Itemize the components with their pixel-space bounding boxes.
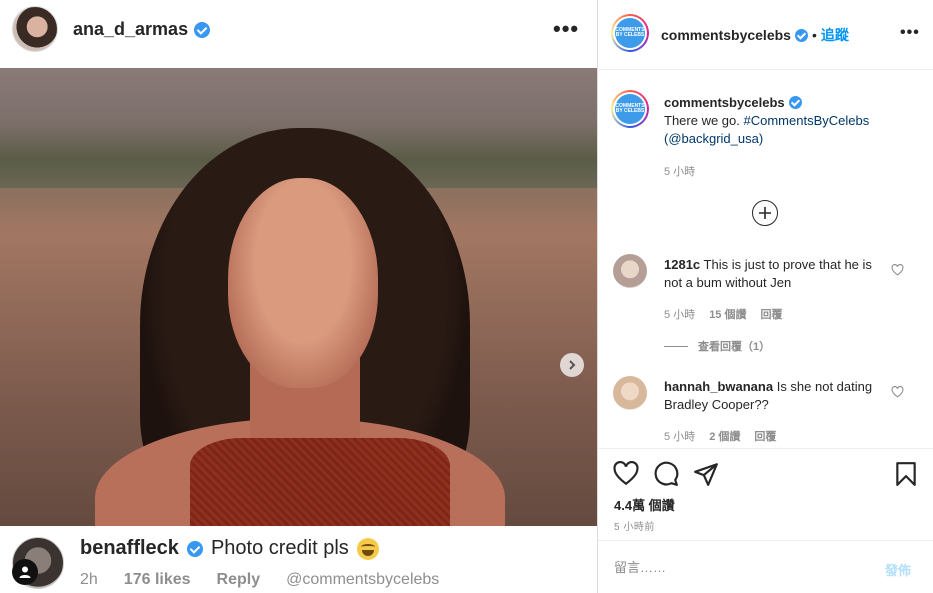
comment-time: 5 小時: [664, 431, 696, 443]
author-username[interactable]: ana_d_armas: [73, 19, 211, 40]
caption-time: 5 小時: [664, 166, 696, 178]
photo-subject-top: [190, 438, 450, 526]
post-photo[interactable]: [0, 68, 597, 526]
add-comment-bar: 發佈: [598, 540, 933, 593]
comment-username[interactable]: 1281c: [664, 257, 700, 272]
post-actions: 4.4萬 個讚 5 小時前: [598, 448, 933, 538]
comment-input[interactable]: [614, 560, 854, 575]
featured-comment-meta: 2h 176 likes Reply @commentsbycelebs: [80, 571, 439, 589]
reply-button[interactable]: 回覆: [754, 428, 776, 444]
comment-text: Photo credit pls: [210, 537, 349, 559]
verified-badge-icon: [794, 28, 808, 42]
comment-avatar[interactable]: [613, 254, 647, 288]
follow-button[interactable]: 追蹤: [821, 25, 849, 45]
panel-header: COMMENTS BY CELEBS commentsbycelebs • 追蹤…: [598, 0, 933, 70]
comment-username[interactable]: hannah_bwanana: [664, 379, 773, 394]
reply-button[interactable]: 回覆: [760, 306, 782, 322]
verified-badge-icon: [788, 96, 802, 109]
post-image-column: ana_d_armas ••• benaffleck Photo credit …: [0, 0, 597, 593]
comment-likes[interactable]: 2 個讚: [709, 428, 740, 444]
credit-watermark: @commentsbycelebs: [286, 571, 440, 588]
bookmark-icon[interactable]: [893, 461, 919, 487]
author-username-text[interactable]: ana_d_armas: [73, 19, 188, 40]
comment-meta: 5 小時 2 個讚 回覆: [664, 428, 776, 444]
caption-text: There we go. #CommentsByCelebs (@backgri…: [664, 112, 914, 148]
post-author-header: ana_d_armas •••: [0, 0, 597, 68]
mention-link[interactable]: (@backgrid_usa): [664, 131, 763, 146]
caption-plain: There we go.: [664, 113, 744, 128]
verified-badge-icon: [194, 21, 211, 38]
panel-header-line: commentsbycelebs • 追蹤: [661, 25, 849, 45]
view-replies-label[interactable]: 查看回覆（1）: [698, 338, 770, 354]
featured-comment: benaffleck Photo credit pls 2h 176 likes…: [0, 526, 597, 593]
caption-username[interactable]: commentsbycelebs: [664, 95, 785, 110]
comment-likes[interactable]: 15 個讚: [709, 306, 746, 322]
more-options-icon[interactable]: •••: [553, 18, 579, 40]
like-heart-icon[interactable]: [613, 461, 639, 487]
caption-author: commentsbycelebs: [664, 95, 802, 110]
featured-comment-line: benaffleck Photo credit pls: [80, 537, 379, 560]
commenter-username[interactable]: benaffleck: [80, 537, 179, 560]
account-username[interactable]: commentsbycelebs: [661, 27, 791, 43]
caption-avatar[interactable]: COMMENTS BY CELEBS: [611, 90, 649, 128]
account-logo: COMMENTS BY CELEBS: [615, 94, 645, 124]
verified-badge-icon: [186, 540, 203, 557]
comment-bubble-icon[interactable]: [653, 461, 679, 487]
like-heart-icon[interactable]: [891, 264, 904, 276]
next-photo-button[interactable]: [560, 353, 584, 377]
comment-item: hannah_bwanana Is she not dating Bradley…: [664, 378, 879, 414]
chevron-right-icon: [569, 360, 576, 370]
separator-dot: •: [811, 27, 817, 43]
comment-avatar[interactable]: [613, 376, 647, 410]
likes-count[interactable]: 4.4萬 個讚: [614, 495, 675, 514]
comment-time: 5 小時: [664, 309, 696, 321]
account-logo: COMMENTS BY CELEBS: [615, 18, 645, 48]
comment-item: 1281c This is just to prove that he is n…: [664, 256, 879, 292]
photo-subject-face: [228, 178, 378, 388]
view-replies-button[interactable]: 查看回覆（1）: [664, 338, 770, 354]
laughing-emoji-icon: [356, 537, 379, 560]
comments-list: COMMENTS BY CELEBS commentsbycelebs Ther…: [598, 70, 933, 448]
post-comment-button[interactable]: 發佈: [885, 560, 911, 579]
replies-divider: [664, 345, 688, 347]
comment-meta: 5 小時 15 個讚 回覆: [664, 306, 782, 322]
reply-button[interactable]: Reply: [217, 571, 261, 589]
like-heart-icon[interactable]: [891, 386, 904, 398]
plus-icon: [759, 207, 771, 219]
hashtag-link[interactable]: #CommentsByCelebs: [744, 113, 870, 128]
author-avatar[interactable]: [12, 6, 58, 52]
comment-likes[interactable]: 176 likes: [124, 571, 191, 589]
load-more-comments-button[interactable]: [752, 200, 778, 226]
posted-time: 5 小時前: [614, 522, 655, 533]
account-avatar[interactable]: COMMENTS BY CELEBS: [611, 14, 649, 52]
more-options-icon[interactable]: •••: [900, 25, 920, 41]
comments-panel: COMMENTS BY CELEBS commentsbycelebs • 追蹤…: [597, 0, 933, 593]
comment-time: 2h: [80, 571, 98, 588]
profile-person-icon: [12, 559, 38, 585]
share-send-icon[interactable]: [693, 461, 719, 487]
